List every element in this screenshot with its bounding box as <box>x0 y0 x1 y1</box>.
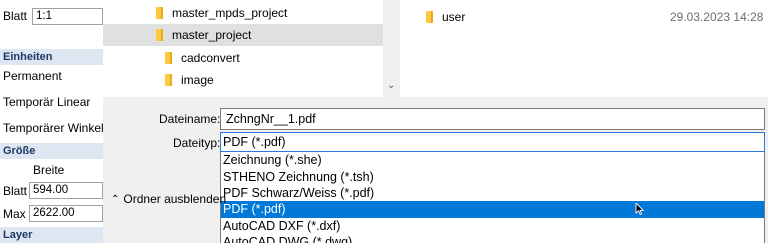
filetype-option[interactable]: AutoCAD DWG (*.dwg) <box>221 234 764 243</box>
filetype-option[interactable]: PDF Schwarz/Weiss (*.pdf) <box>221 185 764 202</box>
filetype-option[interactable]: AutoCAD DXF (*.dxf) <box>221 218 764 235</box>
einheiten-section-header[interactable]: Einheiten <box>0 49 103 65</box>
hide-folders-label: Ordner ausblenden <box>123 192 227 206</box>
folder-name: cadconvert <box>181 51 240 65</box>
blatt-label: Blatt <box>3 9 28 23</box>
folder-name: image <box>181 73 214 87</box>
filename-input[interactable]: ZchngNr__1.pdf <box>220 108 765 130</box>
navigation-scrollbar[interactable]: ⌄ <box>383 0 400 97</box>
file-list-pane: user 29.03.2023 14:28 <box>400 0 768 97</box>
hide-folders-button[interactable]: ⌃ Ordner ausblenden <box>111 192 226 206</box>
permanent-label: Permanent <box>3 69 62 83</box>
file-row-user[interactable]: user 29.03.2023 14:28 <box>426 7 763 27</box>
file-name: user <box>442 10 466 24</box>
folder-item-master-project[interactable]: master_project <box>103 24 383 46</box>
folder-item-cadconvert[interactable]: cadconvert <box>103 47 383 69</box>
mouse-pointer-icon <box>635 203 645 215</box>
save-as-dialog: master_mpds_project master_project cadco… <box>103 0 768 243</box>
filename-label: Dateiname: <box>159 112 221 126</box>
max-width-field[interactable]: 2622.00 <box>29 205 103 222</box>
folder-icon <box>156 29 163 41</box>
scroll-down-arrow-icon[interactable]: ⌄ <box>387 80 395 91</box>
filetype-option[interactable]: Zeichnung (*.she) <box>221 152 764 169</box>
filetype-option[interactable]: STHENO Zeichnung (*.tsh) <box>221 169 764 186</box>
folder-name: master_project <box>172 28 252 42</box>
folder-icon <box>165 52 172 64</box>
folder-icon <box>426 11 433 23</box>
chevron-up-icon: ⌃ <box>111 194 120 205</box>
filetype-select[interactable]: PDF (*.pdf) <box>220 132 765 152</box>
blatt-scale-field[interactable]: 1:1 <box>32 8 103 25</box>
folder-item-master-mpds-project[interactable]: master_mpds_project <box>103 2 383 24</box>
filetype-dropdown-list: Zeichnung (*.she) STHENO Zeichnung (*.ts… <box>220 152 765 243</box>
folder-icon <box>156 7 163 19</box>
filetype-option-highlighted[interactable]: PDF (*.pdf) <box>221 201 764 218</box>
groesse-section-header[interactable]: Größe <box>0 143 103 159</box>
folder-item-image[interactable]: image <box>103 69 383 91</box>
folder-name: master_mpds_project <box>172 6 288 20</box>
temp-linear-label: Temporär Linear <box>3 95 91 109</box>
blatt-width-label: Blatt <box>3 184 28 198</box>
filetype-label: Dateityp: <box>173 136 221 150</box>
folder-navigation-pane: master_mpds_project master_project cadco… <box>103 0 383 97</box>
temp-angle-label: Temporärer Winkel <box>3 121 104 135</box>
blatt-width-field[interactable]: 594.00 <box>29 182 103 199</box>
folder-icon <box>165 74 172 86</box>
layer-section-header[interactable]: Layer <box>0 227 103 243</box>
properties-panel: Blatt 1:1 Einheiten Permanent Temporär L… <box>0 0 104 243</box>
breite-column-label: Breite <box>33 163 65 177</box>
max-width-label: Max <box>3 207 26 221</box>
file-date: 29.03.2023 14:28 <box>670 10 764 24</box>
